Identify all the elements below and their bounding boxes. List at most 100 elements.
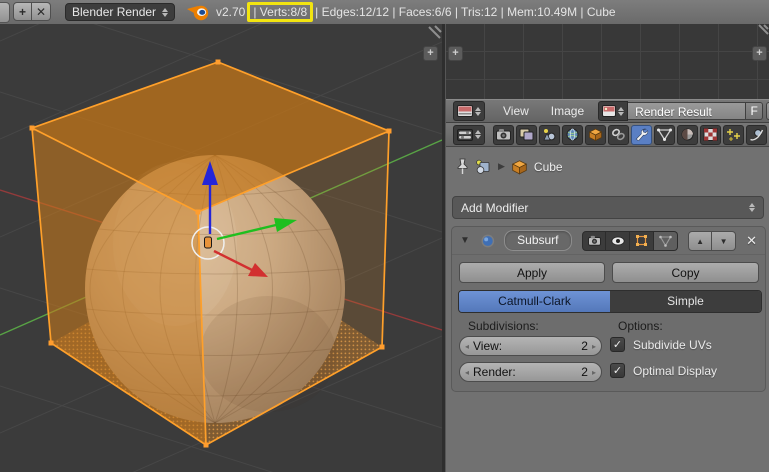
simple-button[interactable]: Simple [610,291,761,312]
render-engine-dropdown[interactable]: Blender Render [65,3,175,21]
tab-particles[interactable] [723,124,744,145]
blender-logo-icon [186,3,210,24]
scene-statistics: v2.70 | Verts:8/8 | Edges:12/12 | Faces:… [216,0,616,24]
image-name-field[interactable]: Render Result [628,102,747,120]
subsurf-modifier-panel: ▼ Subsurf ▲ ▼ ✕ Apply Copy Catmull-Clark… [451,226,766,392]
edit-mode-display-toggle[interactable] [630,230,655,251]
tab-material[interactable] [677,124,698,145]
move-modifier-up-button[interactable]: ▲ [688,230,713,251]
view-slider-label: View: [473,339,503,353]
tab-physics[interactable] [746,124,767,145]
dropdown-arrows-icon [749,203,755,212]
optimal-display-checkbox[interactable]: ✓ [610,363,625,378]
subsurf-modifier-icon [481,234,495,247]
screen-layout-selector-partial[interactable] [0,2,10,23]
subdivision-algorithm-segment: Catmull-Clark Simple [458,290,762,313]
modifier-move-buttons: ▲ ▼ [688,230,737,251]
move-modifier-down-button[interactable]: ▼ [712,230,737,251]
wrench-icon [635,128,649,141]
collapse-panel-icon[interactable]: ▼ [460,235,470,246]
viewport-region-expand-button[interactable]: + [423,46,438,61]
render-slider-label: Render: [473,365,516,379]
render-visibility-toggle[interactable] [582,230,607,251]
mesh-data-icon [657,128,672,141]
breadcrumb-object-name: Cube [533,159,563,174]
tab-render-layers[interactable] [516,124,537,145]
stat-version: v2.70 [216,5,246,19]
tab-object-data[interactable] [654,124,675,145]
menu-view[interactable]: View [503,104,529,118]
image-datablock-browse-button[interactable] [598,101,629,121]
stats-rest: | Edges:12/12 | Faces:6/6 | Tris:12 | Me… [315,5,616,19]
image-editor-header: View Image Render Result F + [446,99,769,123]
corner-resize-handle[interactable] [753,24,769,40]
slider-increment-icon[interactable]: ▸ [592,368,596,377]
modifier-name-field[interactable]: Subsurf [503,230,573,251]
editor-type-selector[interactable] [453,124,485,145]
subdivisions-label: Subdivisions: [468,319,539,333]
pin-icon[interactable] [456,158,469,175]
add-modifier-dropdown[interactable]: Add Modifier [452,196,764,219]
copy-button[interactable]: Copy [612,262,759,283]
edit-mode-icon [636,235,648,246]
tab-constraints[interactable] [608,124,629,145]
3d-viewport[interactable]: + [0,0,443,472]
material-sphere-icon [681,128,694,141]
render-subdivisions-slider[interactable]: ◂ Render: 2 ▸ [459,362,602,382]
properties-header [446,123,769,147]
tab-world[interactable] [562,124,583,145]
object-cube-icon [588,128,603,141]
delete-modifier-button[interactable]: ✕ [746,233,757,249]
world-icon [566,128,579,141]
tab-texture[interactable] [700,124,721,145]
viewport-visibility-toggle[interactable] [606,230,631,251]
options-label: Options: [618,319,663,333]
texture-checker-icon [703,128,718,141]
cage-display-toggle[interactable] [654,230,679,251]
image-editor-canvas[interactable]: + + [446,24,769,99]
viewport-scene [0,0,443,472]
tab-scene[interactable] [539,124,560,145]
properties-panel: ▶ Cube Add Modifier ▼ Subsurf ▲ ▼ ✕ Appl… [446,147,769,472]
fake-user-button[interactable]: F [746,102,764,120]
optimal-display-label: Optimal Display [633,363,718,378]
modifier-display-toggles [582,230,679,251]
view-slider-value: 2 [581,339,588,353]
add-layout-button[interactable]: + [13,2,32,21]
info-header: + ✕ Blender Render v2.70 | Verts:8/8 | E… [0,0,769,25]
stat-verts: | Verts:8/8 [253,5,308,19]
camera-icon [587,235,601,246]
object-origin-dot [204,236,212,249]
image-editor-right-expand-button[interactable]: + [752,46,767,61]
image-editor-left-expand-button[interactable]: + [448,46,463,61]
editor-type-selector[interactable] [453,101,485,121]
breadcrumb-arrow-icon: ▶ [498,161,505,171]
modifier-header: ▼ Subsurf ▲ ▼ ✕ [452,227,765,255]
chain-link-icon [612,128,625,141]
add-modifier-label: Add Modifier [461,200,529,215]
view-subdivisions-slider[interactable]: ◂ View: 2 ▸ [459,336,602,356]
tab-object[interactable] [585,124,606,145]
tab-render[interactable] [493,124,514,145]
catmull-clark-button[interactable]: Catmull-Clark [459,291,610,312]
object-breadcrumb-icon[interactable] [475,159,492,174]
subdivide-uvs-checkbox[interactable]: ✓ [610,337,625,352]
breadcrumb: ▶ Cube [456,158,563,175]
yellow-annotation-box: | Verts:8/8 [247,2,314,22]
wire-triangle-icon [659,235,672,247]
image-icon [602,105,617,117]
dropdown-arrows-icon [475,130,481,139]
subdivide-uvs-label: Subdivide UVs [633,337,712,352]
tab-modifiers[interactable] [631,124,652,145]
scene-icon [543,129,556,141]
render-slider-value: 2 [581,365,588,379]
physics-orbit-icon [750,129,764,141]
apply-button[interactable]: Apply [459,262,605,283]
render-engine-label: Blender Render [72,5,157,19]
image-editor-type-icon [457,105,473,117]
dropdown-arrows-icon [618,106,625,116]
menu-image[interactable]: Image [551,104,584,118]
slider-increment-icon[interactable]: ▸ [592,342,596,351]
delete-layout-button[interactable]: ✕ [32,2,51,21]
particles-sparkles-icon [727,129,740,141]
